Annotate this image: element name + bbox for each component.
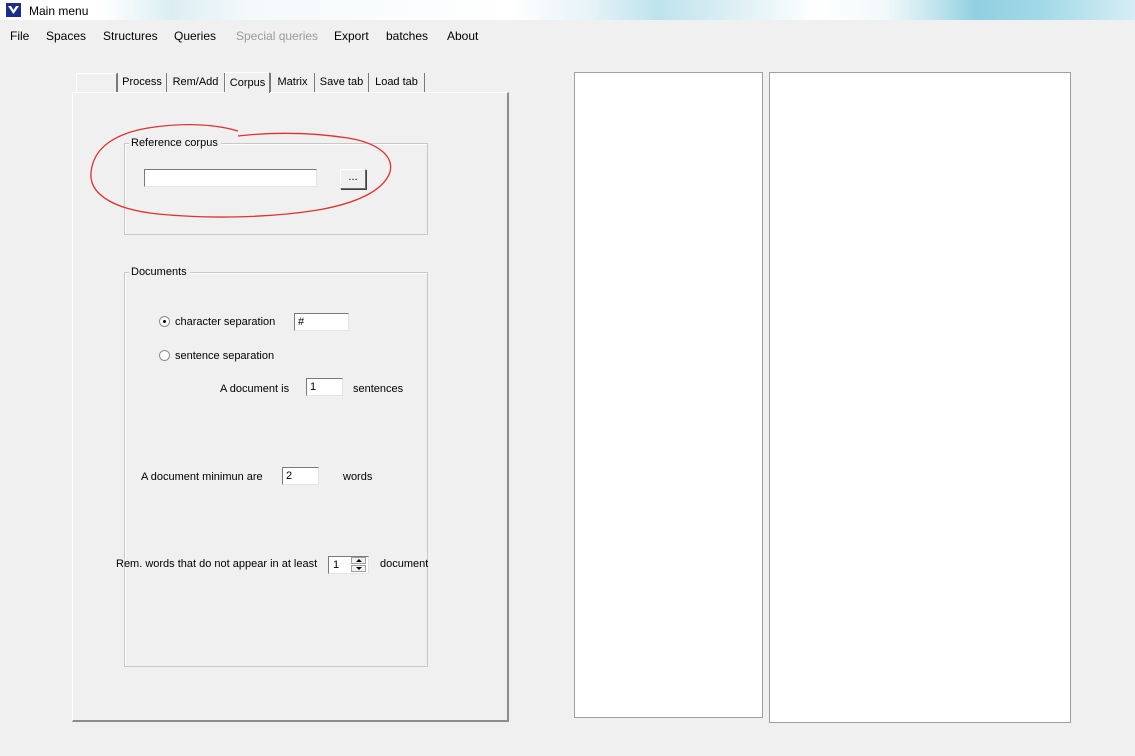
words-label: words [343,471,373,483]
documents-title: Documents [129,266,190,278]
menu-batches[interactable]: batches [386,29,428,43]
tab-save[interactable]: Save tab [314,73,369,92]
tab-rem-add[interactable]: Rem/Add [166,73,225,92]
tab-load[interactable]: Load tab [368,73,425,92]
tab-blank[interactable] [76,73,117,92]
document-is-label: A document is [220,383,290,395]
minimum-words-input[interactable] [282,467,319,485]
reference-corpus-group: Reference corpus [124,137,428,235]
document-label: document [380,558,429,570]
menu-structures[interactable]: Structures [103,29,158,43]
menu-spaces[interactable]: Spaces [46,29,86,43]
menu-special-queries[interactable]: Special queries [236,29,318,43]
menu-about[interactable]: About [447,29,478,43]
arrow-down-icon [356,567,362,570]
reference-corpus-title: Reference corpus [129,137,221,149]
app-icon [6,3,21,17]
documents-group: Documents [124,266,428,667]
reference-corpus-path-input[interactable] [144,169,317,187]
right-list-panel[interactable] [769,72,1071,723]
sentences-per-document-input[interactable] [306,378,343,396]
tab-matrix[interactable]: Matrix [270,73,315,92]
sentences-label: sentences [353,383,404,395]
sentence-separation-radio[interactable] [159,350,170,361]
menu-queries[interactable]: Queries [174,29,216,43]
menu-file[interactable]: File [10,29,29,43]
browse-button[interactable]: ... [340,169,366,189]
window-title: Main menu [29,4,89,18]
radio-checked-dot [163,320,166,323]
arrow-up-icon [356,559,362,562]
character-separation-radio[interactable] [159,316,170,327]
min-documents-value: 1 [333,559,340,571]
remove-words-label: Rem. words that do not appear in at leas… [116,558,318,570]
menu-export[interactable]: Export [334,29,369,43]
document-minimum-label: A document minimun are [141,471,263,483]
spinner-up-button[interactable] [351,557,366,564]
sentence-separation-label: sentence separation [175,350,275,362]
left-list-panel[interactable] [574,72,763,718]
tab-process[interactable]: Process [117,73,167,92]
character-separation-input[interactable] [294,313,349,331]
tab-corpus[interactable]: Corpus [225,72,270,93]
character-separation-label: character separation [175,316,276,328]
spinner-down-button[interactable] [351,565,366,572]
title-bar: Main menu [0,0,1135,20]
